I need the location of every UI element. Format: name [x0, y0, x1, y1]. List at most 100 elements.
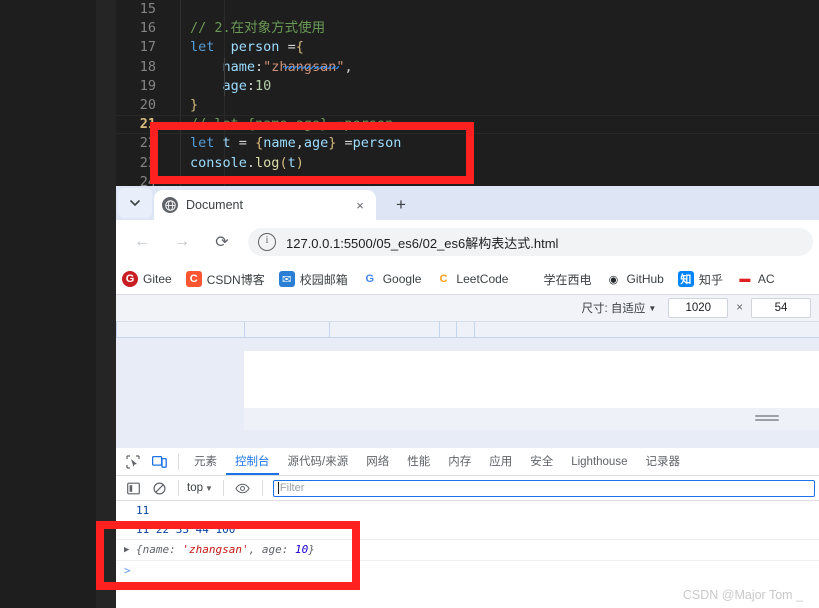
bookmark-item[interactable]: ▬ AC — [737, 271, 775, 287]
bookmark-label: 校园邮箱 — [299, 272, 348, 287]
code-token: 10 — [255, 77, 272, 94]
code-token: age — [222, 77, 247, 94]
devtools-tab-10[interactable]: 记录器 — [636, 449, 689, 475]
browser-tab[interactable]: Document × — [154, 190, 376, 220]
toolbar-divider — [178, 480, 179, 496]
indent-guide — [224, 76, 225, 96]
google-icon: G — [365, 273, 374, 285]
devtools-tab-5[interactable]: 性能 — [398, 449, 439, 475]
bookmark-label: Gitee — [143, 272, 172, 286]
console-filter-placeholder: Filter — [279, 482, 305, 494]
code-token: let — [190, 39, 215, 56]
bookmark-item[interactable]: ✉ 校园邮箱 — [278, 271, 348, 288]
site-info-icon[interactable]: i — [258, 233, 276, 251]
console-toolbar: top ▼ Filter — [116, 476, 819, 501]
bookmark-item[interactable]: C LeetCode — [435, 271, 508, 287]
close-icon[interactable]: × — [352, 197, 368, 213]
annotation-box-code — [150, 122, 474, 184]
xidian-icon — [522, 271, 538, 287]
code-line: 15 — [116, 0, 819, 19]
devtools-tab-2[interactable]: 控制台 — [226, 449, 279, 475]
new-tab-button[interactable]: + — [388, 193, 414, 217]
code-token: = — [279, 39, 296, 56]
code-token: { — [295, 39, 304, 56]
csdn-icon: C — [185, 271, 202, 287]
devtools-tab-3[interactable]: 源代码/来源 — [279, 449, 358, 475]
bookmark-label: AC — [757, 272, 775, 286]
line-number: 17 — [139, 39, 156, 56]
line-number: 18 — [139, 58, 156, 75]
viewport-resize-strip — [244, 408, 819, 430]
annotation-box-console — [96, 521, 360, 590]
leetcode-icon: C — [439, 273, 448, 285]
devtools-tab-bar: 元素 控制台 源代码/来源 网络 性能 内存 应用 安全 Lighthouse 记录器 — [116, 448, 819, 476]
tab-title: Document — [186, 198, 243, 212]
bookmark-item[interactable]: ◉ GitHub — [605, 271, 664, 287]
acwing-icon: ▬ — [739, 273, 751, 285]
console-message: 11 — [136, 504, 150, 517]
spellcheck-squiggle — [283, 66, 339, 69]
back-button[interactable]: ← — [127, 227, 157, 257]
bookmark-label: GitHub — [626, 272, 664, 286]
code-token: } — [190, 96, 199, 113]
watermark: CSDN @Major Tom _ — [682, 588, 803, 602]
globe-icon — [162, 197, 178, 213]
code-line: 18 name:"zhangsan", — [116, 58, 819, 77]
devtools-tab-6[interactable]: 内存 — [439, 449, 480, 475]
toolbar-divider — [261, 480, 263, 496]
code-line-text: // 2.在对象方式使用 — [190, 19, 325, 38]
device-size-label[interactable]: 尺寸: 自适应 — [581, 300, 645, 316]
console-context-selector[interactable]: top — [187, 482, 203, 494]
line-number: 15 — [139, 1, 156, 17]
code-token: name — [222, 58, 256, 75]
line-number: 19 — [139, 77, 156, 94]
code-token: : — [255, 58, 264, 75]
code-token: , — [344, 58, 353, 75]
bookmark-item[interactable]: 学在西电 — [522, 271, 591, 288]
browser-toolbar: ← → ⟳ i 127.0.0.1:5500/05_es6/02_es6解构表达… — [116, 220, 819, 264]
devtools-tab-8[interactable]: 安全 — [521, 449, 562, 475]
bookmark-item[interactable]: G Gitee — [122, 271, 172, 287]
bookmark-label: CSDN博客 — [206, 272, 265, 287]
code-line: 17 let person ={ — [116, 38, 819, 57]
device-toolbar-icon[interactable] — [148, 451, 170, 473]
live-expression-icon[interactable] — [232, 477, 254, 499]
device-emulation-toolbar: 尺寸: 自适应 ▼ 1020 × 54 — [116, 295, 819, 322]
chevron-down-icon[interactable]: ▼ — [648, 304, 656, 313]
gitee-icon: G — [122, 271, 138, 287]
code-token: person — [230, 39, 280, 56]
inspect-element-icon[interactable] — [122, 451, 144, 473]
zhihu-icon: 知 — [677, 271, 694, 287]
bookmark-item[interactable]: C CSDN博客 — [185, 271, 265, 288]
bookmark-item[interactable]: 知知乎 — [677, 271, 723, 288]
console-sidebar-icon[interactable] — [122, 477, 144, 499]
forward-button[interactable]: → — [167, 227, 197, 257]
device-height-input[interactable]: 54 — [751, 298, 811, 318]
reload-button[interactable]: ⟳ — [207, 227, 237, 257]
bookmark-item[interactable]: G Google — [362, 271, 421, 287]
address-bar-url: 127.0.0.1:5500/05_es6/02_es6解构表达式.html — [286, 235, 559, 251]
github-icon: ◉ — [608, 273, 619, 286]
line-number: 20 — [139, 96, 156, 113]
device-width-input[interactable]: 1020 — [668, 298, 729, 318]
devtools-tab-9[interactable]: Lighthouse — [562, 449, 636, 475]
console-filter-input[interactable]: Filter — [272, 479, 815, 497]
indent-guide — [224, 57, 225, 77]
editor-gutter-separator — [96, 0, 116, 608]
clear-console-icon[interactable] — [148, 477, 170, 499]
address-bar[interactable]: i 127.0.0.1:5500/05_es6/02_es6解构表达式.html — [248, 228, 813, 256]
code-line: 19 age:10 — [116, 77, 819, 96]
code-line-text: age:10 — [190, 77, 272, 96]
devtools-tab-4[interactable]: 网络 — [357, 449, 398, 475]
mail-icon: ✉ — [278, 271, 295, 287]
viewport-resize-handle[interactable] — [755, 415, 779, 423]
chevron-down-icon[interactable]: ▼ — [205, 484, 213, 493]
devtools-tab-7[interactable]: 应用 — [480, 449, 521, 475]
page-viewport[interactable] — [244, 351, 819, 408]
chevron-down-icon[interactable] — [118, 188, 152, 218]
devtools-tab-1[interactable]: 元素 — [185, 449, 226, 475]
device-size-separator: × — [736, 302, 743, 314]
